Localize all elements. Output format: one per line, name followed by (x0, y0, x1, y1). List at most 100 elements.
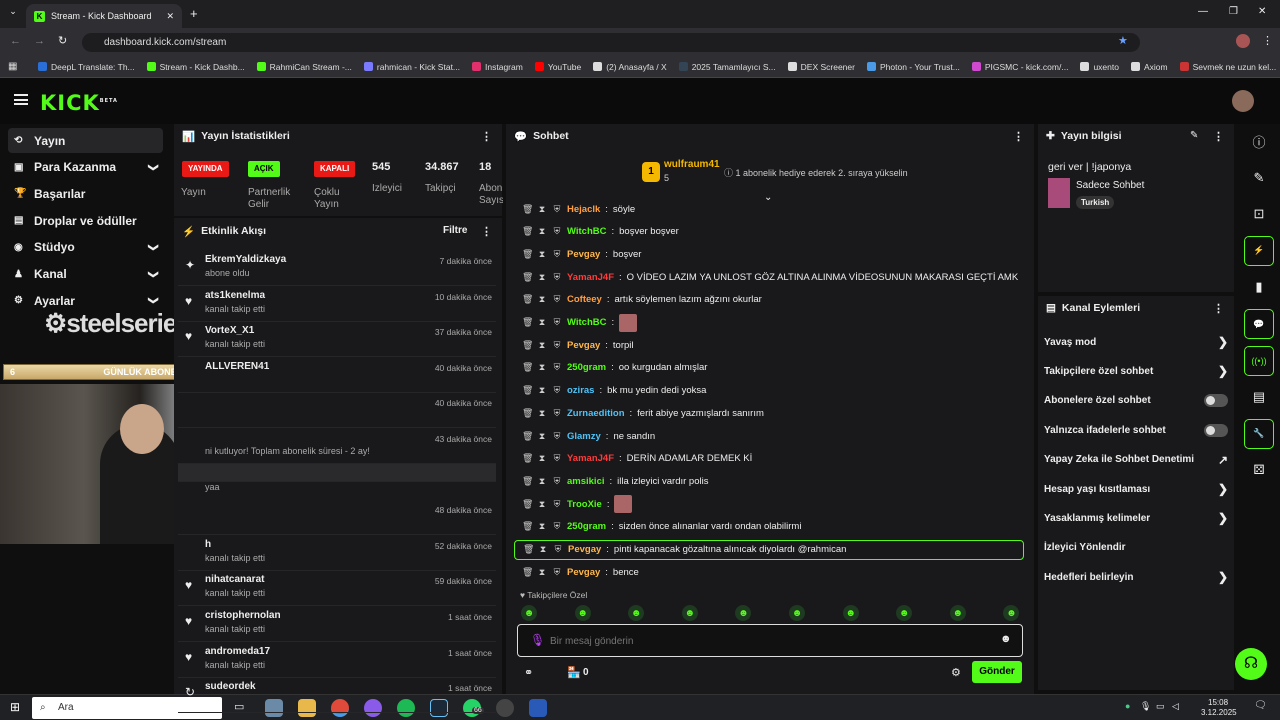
bookmark-item[interactable]: rahmican - Kick Stat... (363, 62, 460, 72)
delete-icon[interactable]: 🗑 (522, 294, 533, 305)
volume-icon[interactable]: ◁ (1172, 701, 1179, 712)
bookmark-item[interactable]: DEX Screener (787, 62, 855, 72)
channel-action-item[interactable]: Yavaş mod ❯ (1044, 331, 1228, 353)
activity-item[interactable]: yaa (178, 463, 496, 492)
activity-item[interactable]: ALLVEREN41 40 dakika önce (178, 357, 496, 393)
close-window-icon[interactable]: ✕ (1258, 6, 1266, 17)
screenshot-icon[interactable]: ⊡ (1244, 199, 1274, 229)
bookmark-item[interactable]: Photon - Your Trust... (866, 62, 960, 72)
notification-icon[interactable]: 🗨 (1254, 700, 1267, 711)
timeout-icon[interactable]: ⧗ (537, 294, 547, 305)
channel-action-item[interactable]: Hesap yaşı kısıtlaması ❯ (1044, 478, 1228, 500)
delete-icon[interactable]: 🗑 (522, 431, 533, 442)
collapse-leaderboard-icon[interactable]: ⌄ (764, 192, 772, 203)
bookmark-item[interactable]: YouTube (534, 62, 581, 72)
help-bubble-icon[interactable]: ☊ (1235, 648, 1267, 680)
chat-username[interactable]: 250gram (567, 521, 606, 532)
chat-username[interactable]: 250gram (567, 362, 606, 373)
delete-icon[interactable]: 🗑 (522, 567, 533, 578)
shield-icon[interactable]: ⛨ (552, 453, 562, 464)
chat-message-input[interactable] (550, 632, 990, 650)
apps-grid-icon[interactable]: ▦ (8, 61, 17, 72)
bookmark-item[interactable]: RahmiCan Stream -... (256, 62, 352, 72)
network-icon[interactable]: ▭ (1156, 701, 1165, 712)
chat-username[interactable]: Pevgay (567, 340, 600, 351)
browser-tab[interactable]: K Stream - Kick Dashboard ✕ (26, 4, 182, 28)
chat-message[interactable]: 🗑 ⧗ ⛨ Zurnaedition: ferit abiye yazmışlardı … (522, 403, 764, 423)
windows-start-icon[interactable]: ⊞ (10, 700, 20, 714)
top-gifter-name[interactable]: wulfraum41 (664, 159, 720, 170)
chat-message[interactable]: 🗑 ⧗ ⛨ YamanJ4F: O VİDEO LAZIM YA UNLOST GÖZ … (522, 267, 1018, 287)
shield-icon[interactable]: ⛨ (552, 521, 562, 532)
filter-button[interactable]: Filtre (443, 225, 467, 236)
url-field[interactable]: dashboard.kick.com/stream (82, 33, 1140, 52)
delete-icon[interactable]: 🗑 (522, 453, 533, 464)
shield-icon[interactable]: ⛨ (552, 431, 562, 442)
broadcast-icon[interactable]: ((•)) (1244, 345, 1274, 376)
shield-icon[interactable]: ⛨ (552, 226, 562, 237)
chat-message[interactable]: 🗑 ⧗ ⛨ 250gram: sizden önce alınanlar vardı o… (522, 517, 801, 537)
timeout-icon[interactable]: ⧗ (537, 226, 547, 237)
shield-icon[interactable]: ⛨ (552, 476, 562, 487)
activity-item[interactable]: h kanalı takip etti 52 dakika önce (178, 535, 496, 571)
stats-menu-icon[interactable]: ⋮ (481, 130, 492, 143)
sidebar-item[interactable]: ▣ Para Kazanma ❯ (8, 155, 163, 180)
sidebar-item[interactable]: ⟲ Yayın (8, 128, 163, 153)
bookmark-item[interactable]: uxento (1080, 62, 1119, 72)
chat-input-box[interactable]: 🎙 ☻ (517, 624, 1023, 657)
bookmark-item[interactable]: Sevmek ne uzun kel... (1179, 62, 1276, 72)
timeout-icon[interactable]: ⧗ (537, 317, 547, 328)
shield-icon[interactable]: ⛨ (552, 340, 562, 351)
minimize-icon[interactable]: — (1198, 6, 1208, 17)
timeout-icon[interactable]: ⧗ (537, 385, 547, 396)
edit-info-icon[interactable]: ✎ (1190, 130, 1198, 141)
timeout-icon[interactable]: ⧗ (537, 476, 547, 487)
delete-icon[interactable]: 🗑 (522, 249, 533, 260)
activity-menu-icon[interactable]: ⋮ (481, 225, 492, 238)
emote-icon[interactable]: ☻ (574, 605, 591, 621)
delete-icon[interactable]: 🗑 (522, 476, 533, 487)
channel-action-item[interactable]: Takipçilere özel sohbet ❯ (1044, 360, 1228, 382)
bookmark-item[interactable]: Axiom (1130, 62, 1168, 72)
shield-icon[interactable]: ⛨ (552, 362, 562, 373)
chat-message[interactable]: 🗑 ⧗ ⛨ Pevgay: pinti kapanacak gözaltına alın… (514, 539, 1024, 560)
chat-username[interactable]: Glamzy (567, 431, 601, 442)
activity-item[interactable]: 48 dakika önce (178, 499, 496, 536)
delete-icon[interactable]: 🗑 (522, 272, 533, 283)
toggle-switch[interactable] (1204, 423, 1228, 437)
delete-icon[interactable]: 🗑 (522, 521, 533, 532)
activity-item[interactable]: ♥ nihatcanarat kanalı takip etti 59 dakika … (178, 570, 496, 607)
toggle-switch[interactable] (1204, 394, 1228, 408)
timeout-icon[interactable]: ⧗ (537, 362, 547, 373)
timeout-icon[interactable]: ⧗ (537, 521, 547, 532)
chat-username[interactable]: amsikici (567, 476, 605, 487)
timeout-icon[interactable]: ⧗ (537, 272, 547, 283)
lightning-icon[interactable]: ⚡ (1244, 235, 1274, 266)
bookmark-item[interactable]: PIGSMC - kick.com/... (971, 62, 1068, 72)
timeout-icon[interactable]: ⧗ (538, 544, 548, 555)
sidebar-item[interactable]: ◉ Stüdyo ❯ (8, 235, 163, 260)
chat-message[interactable]: 🗑 ⧗ ⛨ Cofteey: artık söylemen lazım ağzını o… (522, 290, 762, 310)
hamburger-menu-icon[interactable] (14, 94, 28, 105)
shield-icon[interactable]: ⛨ (552, 385, 562, 396)
timeout-icon[interactable]: ⧗ (537, 431, 547, 442)
chat-username[interactable]: oziras (567, 385, 594, 396)
emoji-picker-icon[interactable]: ☻ (1000, 633, 1012, 645)
tab-search-icon[interactable]: ⌄ (6, 6, 20, 20)
delete-icon[interactable]: 🗑 (523, 544, 534, 555)
kick-logo[interactable]: KICKBETA (40, 91, 118, 115)
chat-menu-icon[interactable]: ⋮ (1013, 130, 1024, 143)
emote-icon[interactable]: ☻ (789, 605, 805, 621)
chat-username[interactable]: Zurnaedition (567, 408, 625, 419)
delete-icon[interactable]: 🗑 (522, 340, 533, 351)
chat-message[interactable]: 🗑 ⧗ ⛨ Pevgay: torpil (522, 335, 634, 355)
bookmark-item[interactable]: (2) Anasayfa / X (593, 62, 667, 72)
shield-icon[interactable]: ⛨ (553, 544, 563, 555)
microphone-icon[interactable]: 🎙 (530, 633, 545, 647)
bookmark-item[interactable]: 2025 Tamamlayıcı S... (678, 62, 776, 72)
chat-message[interactable]: 🗑 ⧗ ⛨ Pevgay: bence (522, 562, 639, 582)
browser-menu-icon[interactable]: ⋮ (1262, 34, 1273, 47)
chat-message[interactable]: 🗑 ⧗ ⛨ Hejaclk: söyle (522, 199, 635, 219)
language-tag[interactable]: Turkish (1076, 196, 1115, 209)
chat-username[interactable]: Pevgay (567, 249, 600, 260)
